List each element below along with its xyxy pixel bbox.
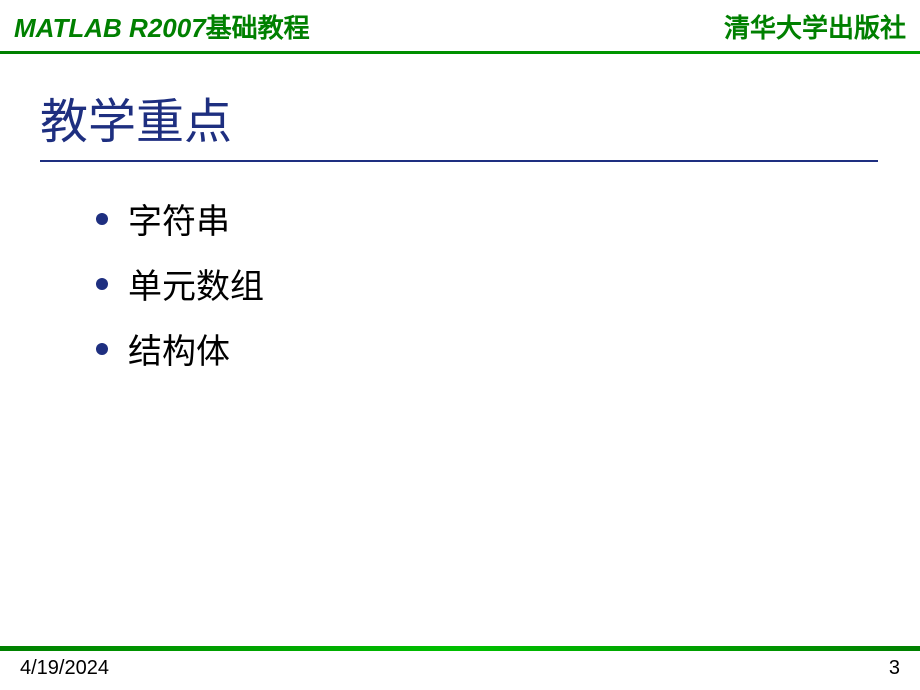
slide-footer: 4/19/2024 3 xyxy=(0,646,920,690)
bullet-text: 单元数组 xyxy=(128,259,264,308)
bullet-text: 字符串 xyxy=(128,194,230,243)
bullet-icon xyxy=(96,213,108,225)
header-right-publisher: 清华大学出版社 xyxy=(724,8,906,45)
slide-title: 教学重点 xyxy=(40,82,920,158)
list-item: 单元数组 xyxy=(96,259,920,308)
footer-date: 4/19/2024 xyxy=(20,657,109,680)
footer-page-number: 3 xyxy=(889,657,900,680)
bullet-icon xyxy=(96,343,108,355)
header-left-en: MATLAB R2007 xyxy=(14,13,206,43)
slide-header: MATLAB R2007基础教程 清华大学出版社 xyxy=(0,0,920,49)
title-area: 教学重点 xyxy=(0,82,920,162)
footer-divider xyxy=(0,646,920,651)
list-item: 结构体 xyxy=(96,324,920,373)
bullet-list: 字符串 单元数组 结构体 xyxy=(0,194,920,373)
header-divider xyxy=(0,51,920,54)
title-underline xyxy=(40,160,878,162)
header-left-title: MATLAB R2007基础教程 xyxy=(14,8,310,45)
footer-content: 4/19/2024 3 xyxy=(0,657,920,690)
bullet-text: 结构体 xyxy=(128,324,230,373)
header-left-cn: 基础教程 xyxy=(206,13,310,43)
list-item: 字符串 xyxy=(96,194,920,243)
bullet-icon xyxy=(96,278,108,290)
